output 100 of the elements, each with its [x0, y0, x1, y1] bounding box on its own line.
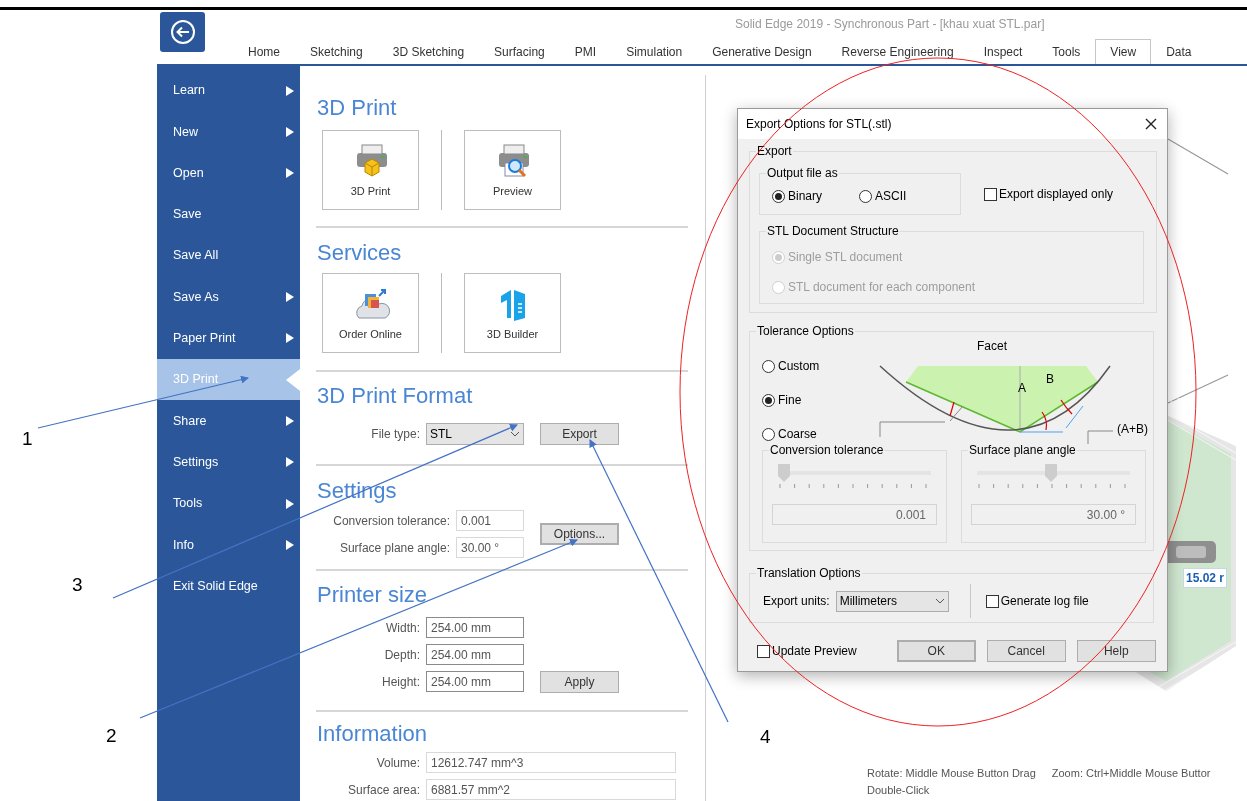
- checkbox[interactable]: [984, 187, 997, 201]
- callout-number: 3: [72, 574, 83, 596]
- checkbox-label: Export displayed only: [999, 186, 1114, 203]
- menu-item-label: Learn: [173, 82, 205, 100]
- radio-label: STL document for each component: [788, 279, 975, 296]
- menu-item[interactable]: Tools: [157, 482, 300, 525]
- hint-text: Rotate: Middle Mouse Button Drag: [867, 766, 1036, 781]
- chevron-down-icon: [510, 431, 520, 437]
- menu-item-label: Settings: [173, 453, 219, 471]
- slider[interactable]: [778, 464, 931, 482]
- radio-button[interactable]: [859, 189, 872, 203]
- radio-label: Single STL document: [788, 249, 903, 266]
- radio-button[interactable]: [772, 189, 785, 203]
- menu-item[interactable]: Info: [157, 524, 300, 566]
- menu-item-label: New: [173, 123, 198, 141]
- ribbon-tab[interactable]: Inspect: [968, 39, 1038, 64]
- push-button[interactable]: Apply: [540, 670, 619, 693]
- diagram-title: Facet: [977, 338, 1007, 355]
- radio-label: Custom: [778, 358, 820, 375]
- menu-item-label: Save As: [173, 288, 219, 306]
- menu-item[interactable]: Paper Print: [157, 317, 300, 360]
- menu-item[interactable]: Save All: [157, 235, 300, 277]
- tile-button[interactable]: 3D Builder: [464, 273, 561, 353]
- dialog-button[interactable]: Cancel: [986, 640, 1066, 662]
- checkbox[interactable]: [757, 644, 770, 658]
- input-field[interactable]: 254.00 mm: [426, 644, 524, 665]
- field-label: Surface area:: [347, 781, 420, 799]
- group-label: Surface plane angle: [968, 443, 1077, 457]
- units-dropdown[interactable]: Millimeters: [835, 590, 949, 612]
- input-field[interactable]: 254.00 mm: [426, 671, 524, 692]
- slider[interactable]: [977, 464, 1130, 482]
- field-label: Volume:: [376, 754, 420, 772]
- input-field[interactable]: 30.00 °: [456, 537, 524, 558]
- group-label: Export: [756, 144, 793, 158]
- callout-number: 4: [760, 726, 771, 748]
- menu-item-label: Open: [173, 164, 204, 182]
- ribbon-tab[interactable]: Sketching: [295, 39, 378, 64]
- menu-item[interactable]: Exit Solid Edge: [157, 565, 300, 607]
- ribbon-tab[interactable]: Generative Design: [697, 39, 827, 64]
- menu-item[interactable]: Save: [157, 193, 300, 236]
- window-title: Solid Edge 2019 - Synchronous Part - [khau xuat STL.par]: [735, 16, 1045, 33]
- dialog-button[interactable]: OK: [896, 640, 976, 662]
- ribbon-tab[interactable]: PMI: [559, 39, 612, 64]
- radio-button[interactable]: [762, 393, 775, 407]
- section-heading: Printer size: [317, 582, 428, 608]
- push-button[interactable]: Export: [540, 423, 619, 445]
- radio-button[interactable]: [762, 359, 775, 373]
- field-label: Surface plane angle:: [339, 539, 450, 557]
- slider-thumb[interactable]: [1044, 464, 1057, 482]
- menu-item[interactable]: New: [157, 111, 300, 153]
- field-label: File type:: [371, 426, 420, 443]
- menu-item-label: Share: [173, 412, 207, 430]
- input-field[interactable]: 12612.747 mm^3: [426, 752, 676, 773]
- checkbox[interactable]: [985, 594, 999, 608]
- radio-label: Coarse: [778, 426, 817, 443]
- menu-item[interactable]: Open: [157, 152, 300, 194]
- ribbon-tab[interactable]: Home: [233, 39, 295, 64]
- tile-button[interactable]: Order Online: [322, 273, 419, 353]
- group-label: STL Document Structure: [766, 224, 900, 238]
- input-field[interactable]: 6881.57 mm^2: [426, 779, 676, 800]
- group-label: Conversion tolerance: [769, 443, 885, 457]
- menu-item-label: 3D Print: [173, 371, 219, 389]
- menu-item[interactable]: Save As: [157, 276, 300, 318]
- menu-item-label: Tools: [173, 495, 203, 513]
- radio-label: Binary: [788, 188, 822, 205]
- group-label: Output file as: [766, 166, 839, 180]
- dialog-button[interactable]: Help: [1076, 640, 1156, 662]
- radio-button[interactable]: [762, 427, 775, 441]
- menu-item[interactable]: Learn: [157, 70, 300, 112]
- section-heading: 3D Print: [317, 95, 397, 121]
- file-type-dropdown[interactable]: STL: [426, 423, 524, 445]
- checkbox-label: Generate log file: [1000, 593, 1089, 610]
- ribbon-tab[interactable]: View: [1095, 39, 1152, 64]
- menu-item-label: Save All: [173, 247, 219, 265]
- slider-thumb[interactable]: [778, 464, 790, 482]
- group-label: Tolerance Options: [756, 324, 855, 338]
- input-field[interactable]: 0.001: [456, 510, 524, 531]
- input-field[interactable]: 254.00 mm: [426, 617, 524, 638]
- callout-number: 2: [106, 725, 117, 747]
- group-label: Translation Options: [756, 566, 862, 580]
- ribbon-tab[interactable]: Reverse Engineering: [826, 39, 969, 64]
- tile-button[interactable]: 3D Print: [322, 130, 419, 210]
- ribbon-tab[interactable]: Simulation: [611, 39, 698, 64]
- selection-notch-icon: [286, 369, 300, 392]
- angle-label: A: [1018, 380, 1026, 397]
- tile-button[interactable]: Preview: [464, 130, 561, 210]
- chevron-down-icon: [934, 598, 945, 604]
- ribbon-tab[interactable]: Tools: [1037, 39, 1096, 64]
- menu-item[interactable]: Settings: [157, 441, 300, 483]
- dialog-title: Export Options for STL(.stl): [746, 116, 892, 133]
- input-field[interactable]: 0.001: [772, 504, 937, 525]
- input-field[interactable]: 30.00 °: [971, 504, 1136, 525]
- close-icon[interactable]: [1145, 118, 1157, 130]
- radio-label: Fine: [778, 392, 802, 409]
- app-logo-button[interactable]: [160, 12, 205, 52]
- push-button[interactable]: Options...: [540, 523, 619, 545]
- ribbon-tab[interactable]: Surfacing: [479, 39, 560, 64]
- menu-item[interactable]: Share: [157, 400, 300, 442]
- ribbon-tab[interactable]: 3D Sketching: [377, 39, 480, 64]
- ribbon-tab[interactable]: Data: [1151, 39, 1207, 64]
